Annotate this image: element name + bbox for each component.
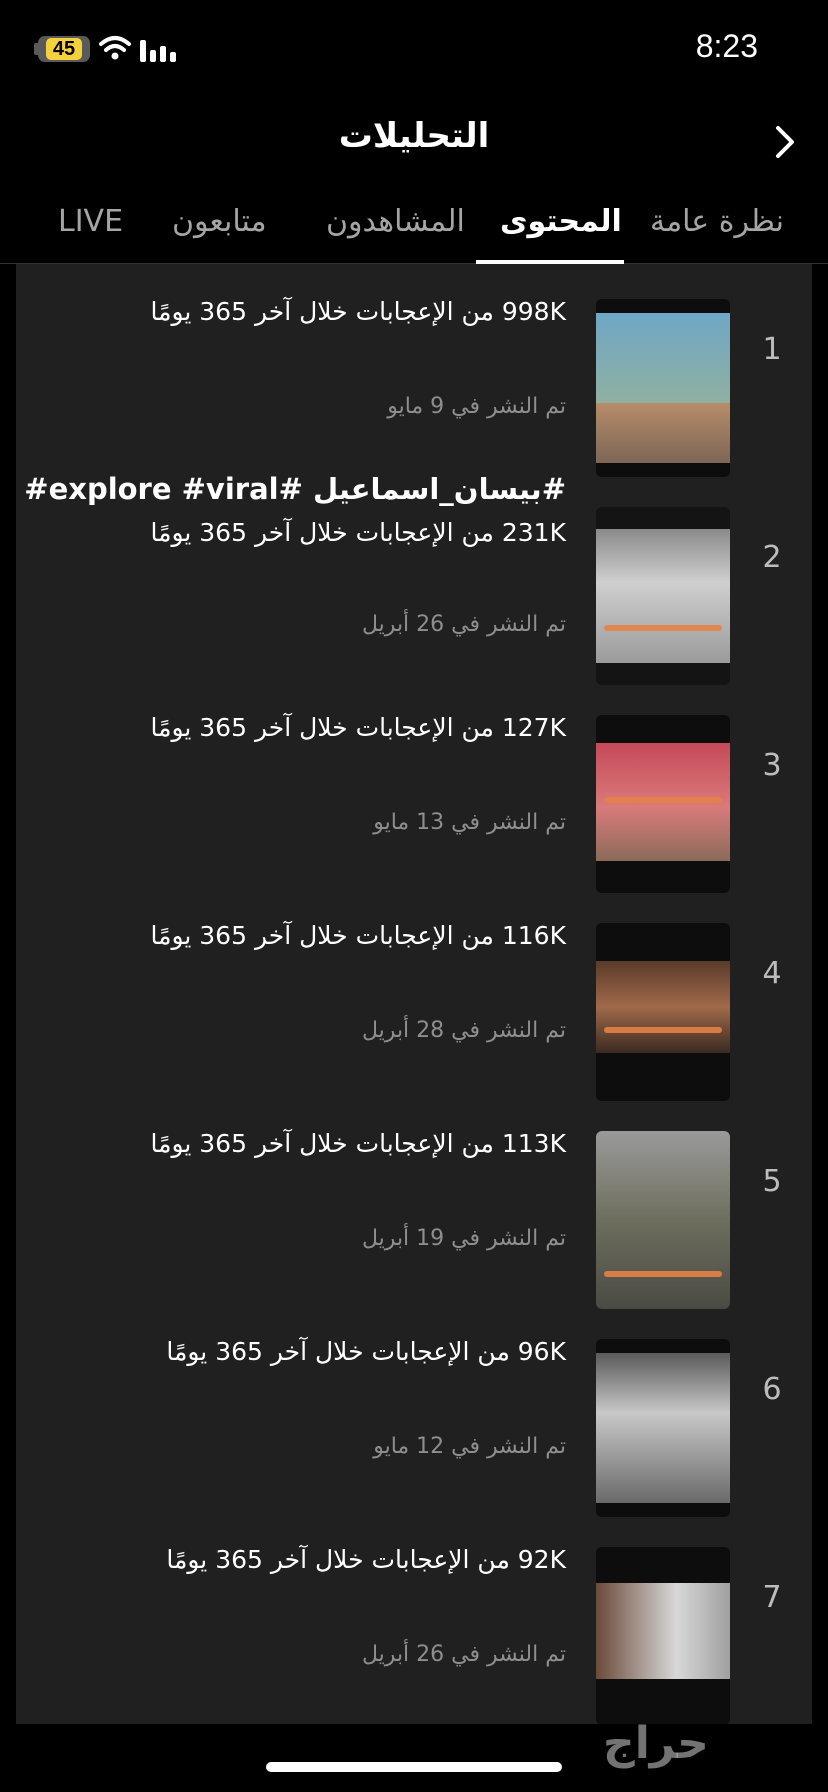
video-thumbnail[interactable]: [596, 1547, 730, 1724]
list-item[interactable]: 3 127K من الإعجابات خلال آخر 365 يومًا ت…: [16, 680, 812, 893]
rank-number: 7: [762, 1580, 782, 1615]
rank-number: 4: [762, 956, 782, 991]
video-thumbnail[interactable]: [596, 1131, 730, 1309]
tab-viewers[interactable]: المشاهدون: [326, 204, 465, 239]
wifi-icon: [99, 36, 131, 60]
content-list[interactable]: 1 998K من الإعجابات خلال آخر 365 يومًا ت…: [16, 264, 812, 1724]
rank-number: 2: [762, 540, 782, 575]
list-item[interactable]: 2 #بيسان_اسماعيل #fyp #explore #viral 23…: [16, 472, 812, 685]
video-thumbnail[interactable]: [596, 1339, 730, 1517]
video-thumbnail[interactable]: [596, 715, 730, 893]
likes-count: 113K من الإعجابات خلال آخر 365 يومًا: [150, 1129, 566, 1158]
publish-date: تم النشر في 9 مايو: [387, 394, 566, 419]
video-thumbnail[interactable]: [596, 507, 730, 685]
video-thumbnail[interactable]: [596, 299, 730, 477]
rank-number: 5: [762, 1164, 782, 1199]
list-item[interactable]: 5 113K من الإعجابات خلال آخر 365 يومًا ت…: [16, 1096, 812, 1309]
likes-count: 127K من الإعجابات خلال آخر 365 يومًا: [150, 713, 566, 742]
tab-content[interactable]: المحتوى: [500, 204, 622, 239]
battery-level: 45: [46, 38, 82, 60]
list-item[interactable]: 1 998K من الإعجابات خلال آخر 365 يومًا ت…: [16, 264, 812, 477]
likes-count: 231K من الإعجابات خلال آخر 365 يومًا: [150, 518, 566, 547]
list-item[interactable]: 4 116K من الإعجابات خلال آخر 365 يومًا ت…: [16, 888, 812, 1101]
page-title: التحليلات: [338, 116, 490, 156]
battery-icon: 45: [38, 36, 90, 62]
watermark-logo: حراج: [603, 1718, 709, 1769]
list-item[interactable]: 6 96K من الإعجابات خلال آخر 365 يومًا تم…: [16, 1304, 812, 1517]
rank-number: 3: [762, 748, 782, 783]
status-time: 8:23: [695, 28, 758, 64]
likes-count: 92K من الإعجابات خلال آخر 365 يومًا: [166, 1545, 566, 1574]
publish-date: تم النشر في 28 أبريل: [362, 1018, 566, 1043]
battery-nub: [34, 43, 39, 55]
publish-date: تم النشر في 26 أبريل: [362, 1642, 566, 1667]
likes-count: 116K من الإعجابات خلال آخر 365 يومًا: [150, 921, 566, 950]
header: التحليلات: [0, 100, 828, 180]
tab-bar: نظرة عامة المحتوى المشاهدون متابعون LIVE: [0, 186, 828, 264]
rank-number: 6: [762, 1372, 782, 1407]
signal-icon: [140, 38, 178, 62]
home-indicator[interactable]: [266, 1762, 562, 1772]
likes-count: 998K من الإعجابات خلال آخر 365 يومًا: [150, 297, 566, 326]
publish-date: تم النشر في 12 مايو: [373, 1434, 566, 1459]
list-item[interactable]: 7 92K من الإعجابات خلال آخر 365 يومًا تم…: [16, 1512, 812, 1724]
tab-live[interactable]: LIVE: [58, 204, 123, 239]
rank-number: 1: [762, 332, 782, 367]
publish-date: تم النشر في 26 أبريل: [362, 612, 566, 637]
publish-date: تم النشر في 19 أبريل: [362, 1226, 566, 1251]
status-bar: 45 8:23: [0, 0, 828, 100]
video-thumbnail[interactable]: [596, 923, 730, 1101]
likes-count: 96K من الإعجابات خلال آخر 365 يومًا: [166, 1337, 566, 1366]
video-caption: #بيسان_اسماعيل #fyp #explore #viral: [16, 472, 566, 506]
tab-overview[interactable]: نظرة عامة: [650, 204, 784, 239]
publish-date: تم النشر في 13 مايو: [373, 810, 566, 835]
tab-followers[interactable]: متابعون: [172, 204, 267, 239]
